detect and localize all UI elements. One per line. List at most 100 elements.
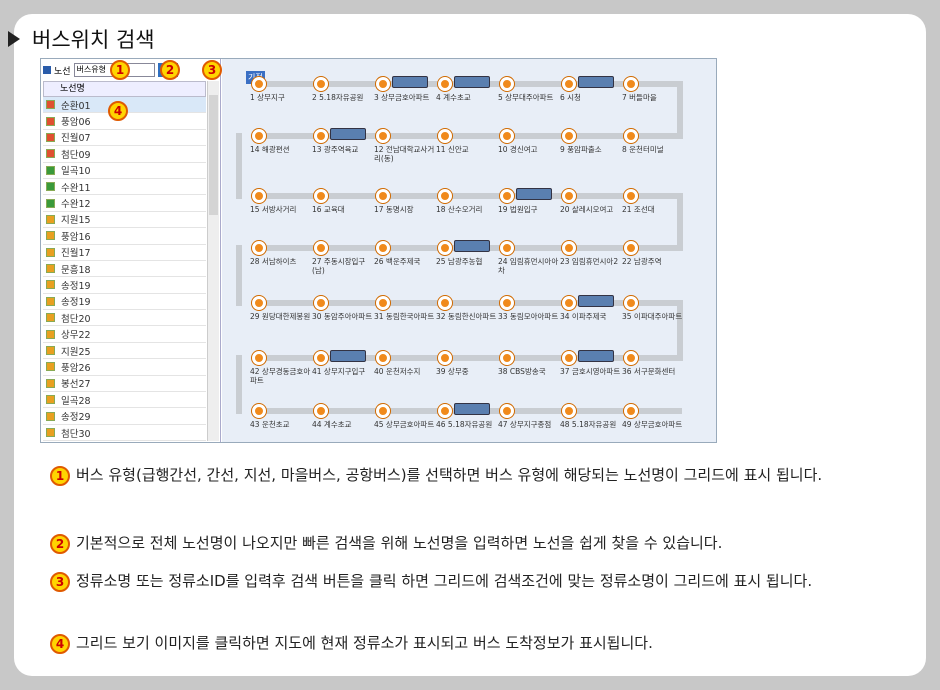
bus-icon[interactable] [516, 188, 552, 200]
bus-stop-icon[interactable] [500, 241, 514, 255]
bus-stop-label: 18 산수오거리 [436, 205, 483, 214]
bus-stop-icon[interactable] [500, 129, 514, 143]
bus-stop-icon[interactable] [624, 296, 638, 310]
bus-stop-icon[interactable] [624, 351, 638, 365]
route-row[interactable]: 첨단20 [43, 310, 206, 327]
route-row[interactable]: 상무22 [43, 326, 206, 343]
bus-stop-icon[interactable] [438, 189, 452, 203]
route-type-icon [46, 264, 55, 274]
bus-stop-icon[interactable] [562, 404, 576, 418]
bus-stop-icon[interactable] [624, 189, 638, 203]
bus-location-screenshot: 노선 버스유형 검색 노선명 순환01 풍암06 진월07 첨단09 일곡10 수완11 수… [40, 58, 717, 443]
bus-stop-icon[interactable] [562, 77, 576, 91]
bus-stop-icon[interactable] [314, 241, 328, 255]
bus-stop-label: 29 원당대한제봉원 [250, 312, 311, 321]
route-map[interactable]: 기점 1 상무지구2 5.18자유공원3 상무금호아파트4 계수초교5 상무대주… [222, 59, 716, 442]
route-type-icon [46, 346, 55, 356]
bus-icon[interactable] [578, 76, 614, 88]
bus-stop-icon[interactable] [624, 129, 638, 143]
bus-icon[interactable] [578, 350, 614, 362]
bus-stop-icon[interactable] [438, 404, 452, 418]
bus-icon[interactable] [454, 403, 490, 415]
route-row[interactable]: 첨단09 [43, 146, 206, 163]
bus-stop-icon[interactable] [438, 77, 452, 91]
bus-stop-icon[interactable] [252, 241, 266, 255]
bus-stop-icon[interactable] [314, 351, 328, 365]
bus-icon[interactable] [578, 295, 614, 307]
route-type-icon [46, 313, 55, 323]
route-name: 첨단09 [61, 149, 91, 161]
route-row[interactable]: 풍암16 [43, 228, 206, 245]
bus-stop-icon[interactable] [252, 404, 266, 418]
route-road [236, 133, 242, 199]
bus-stop-icon[interactable] [562, 241, 576, 255]
bus-icon[interactable] [330, 128, 366, 140]
marker-4: 4 [108, 100, 128, 121]
bus-stop-icon[interactable] [252, 77, 266, 91]
bus-stop-icon[interactable] [500, 351, 514, 365]
triangle-bullet-icon [8, 31, 20, 47]
route-type-icon [46, 296, 55, 306]
route-row[interactable]: 송정19 [43, 277, 206, 294]
bus-stop-icon[interactable] [562, 296, 576, 310]
bus-stop-icon[interactable] [438, 241, 452, 255]
bus-stop-icon[interactable] [438, 296, 452, 310]
bus-stop-icon[interactable] [376, 296, 390, 310]
bus-stop-icon[interactable] [500, 77, 514, 91]
route-row[interactable]: 송정19 [43, 294, 206, 311]
bus-stop-icon[interactable] [314, 129, 328, 143]
page-header: 버스위치 검색 [8, 24, 155, 54]
bus-stop-icon[interactable] [562, 189, 576, 203]
bus-stop-icon[interactable] [500, 296, 514, 310]
bus-stop-icon[interactable] [376, 241, 390, 255]
bus-stop-icon[interactable] [624, 404, 638, 418]
bus-stop-icon[interactable] [252, 296, 266, 310]
route-row[interactable]: 일곡28 [43, 392, 206, 409]
page-title: 버스위치 검색 [32, 28, 155, 52]
bus-stop-label: 22 남광주역 [622, 257, 662, 266]
bus-stop-icon[interactable] [252, 189, 266, 203]
route-row[interactable]: 풍암26 [43, 359, 206, 376]
bus-stop-icon[interactable] [500, 404, 514, 418]
bus-icon[interactable] [454, 240, 490, 252]
grid-scrollbar[interactable] [207, 81, 219, 441]
scroll-thumb[interactable] [209, 95, 218, 215]
bus-stop-icon[interactable] [624, 77, 638, 91]
bus-stop-icon[interactable] [376, 77, 390, 91]
bus-stop-icon[interactable] [314, 404, 328, 418]
route-row[interactable]: 문흥18 [43, 261, 206, 278]
route-row[interactable]: 송정29 [43, 408, 206, 425]
bus-stop-icon[interactable] [376, 351, 390, 365]
route-row[interactable]: 수완12 [43, 195, 206, 212]
bus-stop-icon[interactable] [562, 351, 576, 365]
route-row[interactable]: 지원25 [43, 343, 206, 360]
route-row[interactable]: 일곡10 [43, 163, 206, 179]
route-name: 풍암16 [61, 231, 91, 243]
bus-stop-icon[interactable] [252, 351, 266, 365]
route-row[interactable]: 지원15 [43, 212, 206, 229]
bus-stop-label: 32 동림한신아파트 [436, 312, 497, 321]
route-row[interactable]: 진월17 [43, 245, 206, 261]
bus-icon[interactable] [454, 76, 490, 88]
route-row[interactable]: 봉선27 [43, 376, 206, 393]
bus-stop-icon[interactable] [438, 351, 452, 365]
bus-stop-icon[interactable] [252, 129, 266, 143]
bus-stop-icon[interactable] [376, 404, 390, 418]
bus-stop-label: 37 금호시영아파트 [560, 367, 621, 376]
bus-stop-icon[interactable] [314, 296, 328, 310]
bus-stop-icon[interactable] [500, 189, 514, 203]
bus-icon[interactable] [330, 350, 366, 362]
route-road [677, 81, 683, 139]
bus-stop-icon[interactable] [562, 129, 576, 143]
bus-icon[interactable] [392, 76, 428, 88]
bus-stop-icon[interactable] [314, 77, 328, 91]
bus-stop-icon[interactable] [624, 241, 638, 255]
route-row[interactable]: 수완11 [43, 179, 206, 196]
bus-stop-icon[interactable] [376, 189, 390, 203]
route-row[interactable]: 첨단30 [43, 425, 206, 442]
bus-stop-label: 7 버들마을 [622, 93, 657, 102]
bus-stop-icon[interactable] [376, 129, 390, 143]
bus-stop-icon[interactable] [438, 129, 452, 143]
bus-stop-icon[interactable] [314, 189, 328, 203]
route-row[interactable]: 진월07 [43, 130, 206, 147]
